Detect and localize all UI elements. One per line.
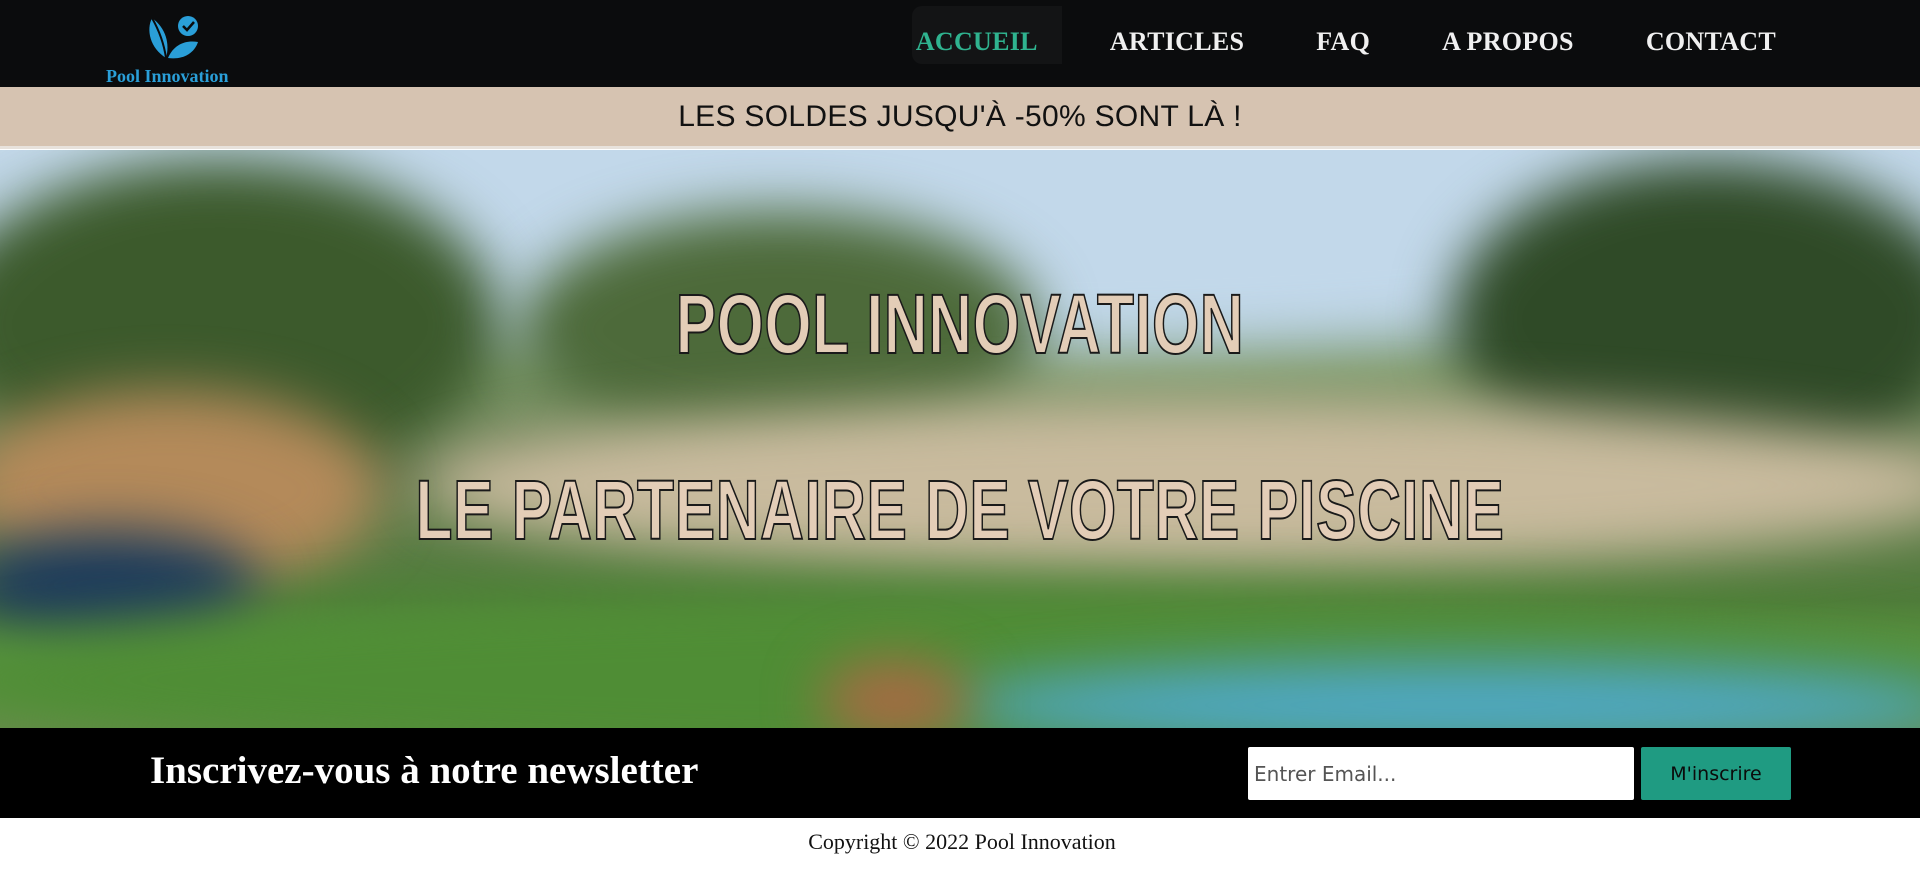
nav-link-contact[interactable]: CONTACT [1646,27,1776,57]
subscribe-button[interactable]: M'inscrire [1641,747,1791,800]
logo-text: Pool Innovation [106,66,229,86]
nav-link-a-propos[interactable]: A PROPOS [1442,27,1574,57]
nav-link-accueil[interactable]: ACCUEIL [916,27,1038,57]
newsletter-title: Inscrivez-vous à notre newsletter [150,749,699,792]
site-footer: Copyright © 2022 Pool Innovation [0,818,1920,874]
hero-subtitle: LE PARTENAIRE DE VOTRE PISCINE [415,462,1505,558]
main-nav: ACCUEIL ARTICLES FAQ A PROPOS CONTACT [844,0,1776,87]
promo-text: LES SOLDES JUSQU'À -50% SONT LÀ ! [678,99,1242,133]
nav-link-articles[interactable]: ARTICLES [1110,27,1244,57]
logo[interactable]: Pool Innovation [104,12,244,86]
promo-banner: LES SOLDES JUSQU'À -50% SONT LÀ ! [0,87,1920,149]
email-input[interactable] [1248,747,1634,800]
copyright-text: Copyright © 2022 Pool Innovation [808,829,1116,854]
hero-title: POOL INNOVATION [675,276,1245,372]
nav-link-faq[interactable]: FAQ [1316,27,1370,57]
site-header: Pool Innovation ACCUEIL ARTICLES FAQ A P… [0,0,1920,87]
leaf-check-icon [149,16,198,59]
hero-section: POOL INNOVATION LE PARTENAIRE DE VOTRE P… [0,150,1920,728]
newsletter-section: Inscrivez-vous à notre newsletter M'insc… [0,728,1920,818]
